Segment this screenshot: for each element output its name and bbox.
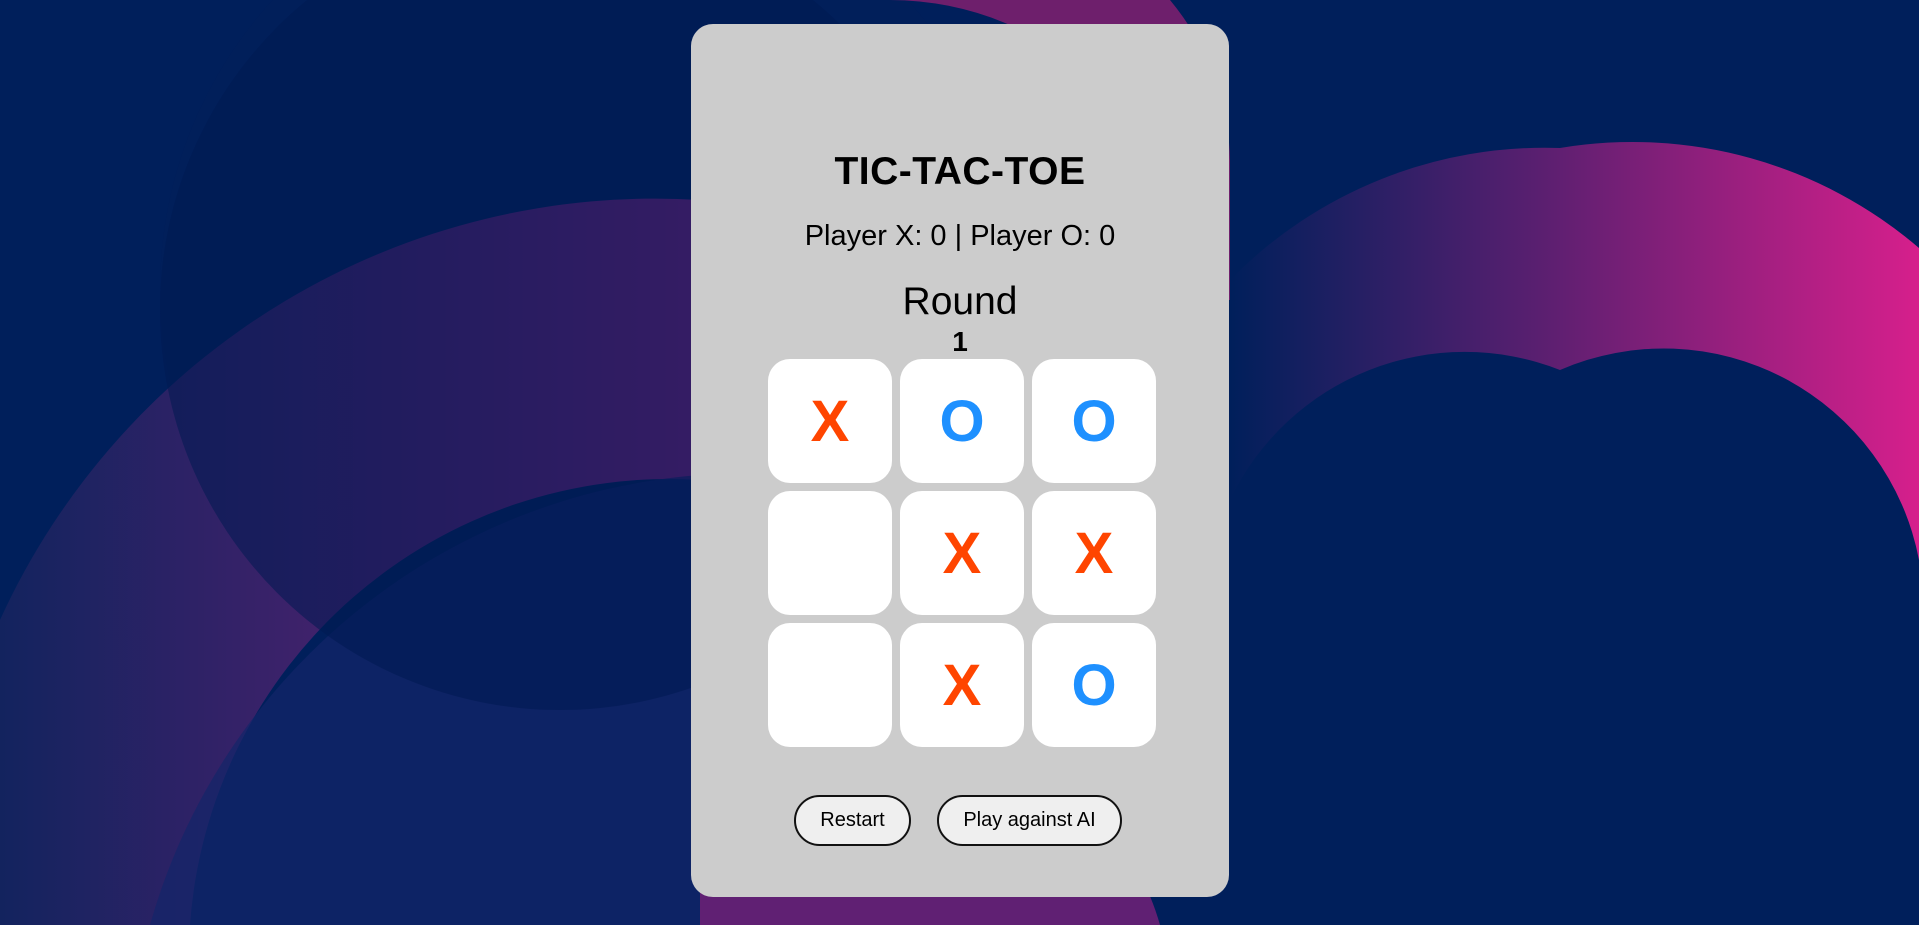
cell-0-0[interactable]: X	[768, 359, 892, 483]
game-panel: TIC-TAC-TOE Player X: 0 | Player O: 0 Ro…	[691, 24, 1229, 897]
play-against-ai-button[interactable]: Play against AI	[937, 795, 1122, 846]
round-number: 1	[952, 326, 968, 357]
cell-0-1[interactable]: O	[900, 359, 1024, 483]
controls: Restart Play against AI	[691, 795, 1229, 846]
game-title: TIC-TAC-TOE	[834, 150, 1086, 193]
cell-1-2[interactable]: X	[1032, 491, 1156, 615]
score-display: Player X: 0 | Player O: 0	[804, 220, 1116, 252]
cell-2-0[interactable]	[768, 623, 892, 747]
restart-button[interactable]: Restart	[794, 795, 911, 846]
round-label: Round	[902, 280, 1018, 323]
cell-2-2[interactable]: O	[1032, 623, 1156, 747]
cell-1-0[interactable]	[768, 491, 892, 615]
cell-2-1[interactable]: X	[900, 623, 1024, 747]
game-board: X O O X X X O	[768, 359, 1156, 751]
cell-0-2[interactable]: O	[1032, 359, 1156, 483]
cell-1-1[interactable]: X	[900, 491, 1024, 615]
